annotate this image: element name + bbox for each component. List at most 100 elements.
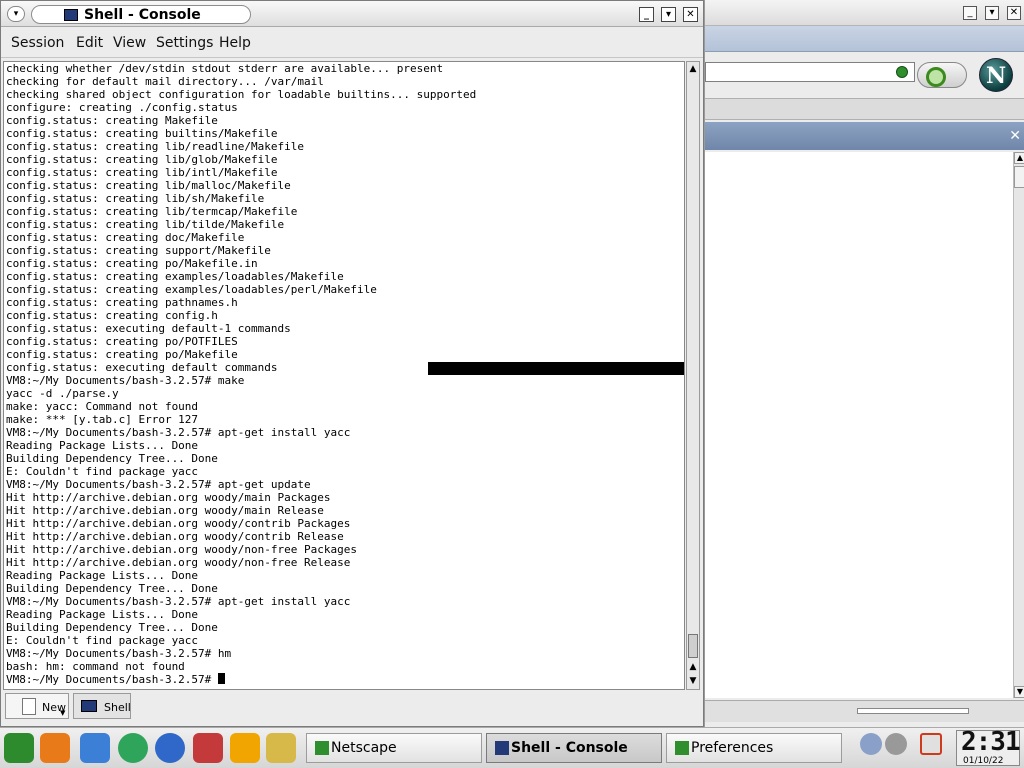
chevron-down-icon[interactable]: ▼ [60, 709, 65, 717]
menu-session[interactable]: Session [11, 35, 64, 51]
terminal-line: Hit http://archive.debian.org woody/cont… [6, 530, 344, 543]
terminal-line: config.status: creating builtins/Makefil… [6, 127, 278, 140]
menu-settings[interactable]: Settings [156, 35, 213, 51]
volume-icon[interactable] [860, 733, 882, 755]
terminal-line: config.status: creating lib/malloc/Makef… [6, 179, 291, 192]
search-button[interactable] [917, 62, 967, 88]
render-artifact [428, 362, 684, 375]
terminal-line: make: yacc: Command not found [6, 400, 199, 413]
title-pill: Shell - Console [31, 5, 251, 24]
personal-toolbar [705, 98, 1024, 120]
menubar: Session Edit View Settings Help [1, 28, 703, 58]
terminal-icon [495, 741, 509, 755]
session-tabbar: New ▼ Shell [1, 691, 703, 721]
netscape-logo[interactable]: N [979, 58, 1013, 92]
terminal-line: Hit http://archive.debian.org woody/non-… [6, 543, 357, 556]
terminal-line: config.status: creating lib/glob/Makefil… [6, 153, 278, 166]
close-icon[interactable]: ✕ [683, 7, 698, 22]
terminal-line: config.status: executing default-1 comma… [6, 322, 291, 335]
netscape-toolbar [705, 26, 1024, 52]
terminal-line: make: *** [y.tab.c] Error 127 [6, 413, 199, 426]
kde-menu-icon[interactable] [4, 733, 34, 763]
terminal-line: checking shared object configuration for… [6, 88, 477, 101]
runner-icon[interactable] [118, 733, 148, 763]
terminal-line: E: Couldn't find package yacc [6, 634, 199, 647]
scroll-up-small-icon[interactable]: ▲ [687, 660, 699, 674]
terminal-line: Building Dependency Tree... Done [6, 621, 218, 634]
scroll-up-icon[interactable]: ▲ [687, 62, 699, 76]
clock-time: 2:31 [961, 727, 1021, 757]
task-netscape-label: Netscape [331, 740, 397, 756]
window-menu-icon[interactable]: ▾ [7, 6, 25, 22]
task-netscape[interactable]: Netscape [306, 733, 482, 763]
preferences-icon [675, 741, 689, 755]
task-preferences[interactable]: Preferences [666, 733, 842, 763]
maximize-icon[interactable]: ▾ [985, 6, 999, 20]
lifejacket-icon[interactable] [40, 733, 70, 763]
terminal-line: checking for default mail directory... /… [6, 75, 324, 88]
terminal-line: VM8:~/My Documents/bash-3.2.57# hm [6, 647, 232, 660]
minimize-icon[interactable]: _ [639, 7, 654, 22]
scroll-down-icon[interactable]: ▼ [687, 674, 699, 688]
maximize-icon[interactable]: ▾ [661, 7, 676, 22]
terminal-line: yacc -d ./parse.y [6, 387, 119, 400]
task-shell-console[interactable]: Shell - Console [486, 733, 662, 763]
netscape-scrollbar[interactable]: ▲ ▼ [1013, 152, 1024, 698]
menu-help[interactable]: Help [219, 35, 251, 51]
scroll-thumb[interactable] [688, 634, 698, 658]
toolbox-icon[interactable] [193, 733, 223, 763]
prompt-line[interactable]: VM8:~/My Documents/bash-3.2.57# [4, 673, 684, 686]
scroll-down-icon[interactable]: ▼ [1014, 686, 1024, 698]
terminal-icon [64, 9, 78, 21]
mixer-icon[interactable] [885, 733, 907, 755]
menu-view[interactable]: View [113, 35, 146, 51]
task-shell-console-label: Shell - Console [511, 740, 628, 756]
terminal-icon [81, 700, 97, 712]
minimize-icon[interactable]: _ [963, 6, 977, 20]
brush-icon[interactable] [266, 733, 296, 763]
task-preferences-label: Preferences [691, 740, 774, 756]
url-row [705, 54, 1024, 94]
clock[interactable]: 2:31 01/10/22 [956, 727, 1021, 766]
terminal-line: config.status: creating doc/Makefile [6, 231, 245, 244]
netscape-window: _ ▾ ✕ N ✕ ▲ ▼ [704, 0, 1024, 727]
tab-shell[interactable]: Shell [73, 693, 131, 719]
url-dropdown-icon[interactable] [896, 66, 908, 78]
terminal-line: config.status: creating lib/termcap/Make… [6, 205, 298, 218]
scroll-thumb[interactable] [1014, 166, 1024, 188]
terminal-line: VM8:~/My Documents/bash-3.2.57# make [6, 374, 245, 387]
netscape-titlebar[interactable]: _ ▾ ✕ [705, 0, 1024, 26]
sidebar-close-icon[interactable]: ✕ [1009, 128, 1021, 144]
terminal-line: config.status: creating lib/readline/Mak… [6, 140, 305, 153]
terminal-line: VM8:~/My Documents/bash-3.2.57# apt-get … [6, 478, 311, 491]
terminal-line: Reading Package Lists... Done [6, 439, 199, 452]
terminal-line: config.status: creating config.h [6, 309, 218, 322]
terminal-line: config.status: creating Makefile [6, 114, 218, 127]
tab-shell-label: Shell [104, 701, 131, 714]
power-icon[interactable] [920, 733, 942, 755]
cube-icon[interactable] [80, 733, 110, 763]
terminal-line: configure: creating ./config.status [6, 101, 238, 114]
terminal-line: VM8:~/My Documents/bash-3.2.57# apt-get … [6, 595, 351, 608]
scroll-up-icon[interactable]: ▲ [1014, 152, 1024, 164]
terminal-line: Building Dependency Tree... Done [6, 582, 218, 595]
console-titlebar[interactable]: ▾ Shell - Console _ ▾ ✕ [1, 1, 703, 27]
menu-edit[interactable]: Edit [76, 35, 103, 51]
close-icon[interactable]: ✕ [1007, 6, 1021, 20]
terminal-line: config.status: creating po/Makefile [6, 348, 238, 361]
java-icon[interactable] [230, 733, 260, 763]
terminal-line: Reading Package Lists... Done [6, 608, 199, 621]
terminal-line: config.status: creating lib/tilde/Makefi… [6, 218, 285, 231]
terminal-line: Reading Package Lists... Done [6, 569, 199, 582]
new-session-button[interactable]: New ▼ [5, 693, 69, 719]
terminal-line: bash: hm: command not found [6, 660, 185, 673]
terminal-line: checking whether /dev/stdin stdout stder… [6, 62, 444, 75]
terminal-line: VM8:~/My Documents/bash-3.2.57# apt-get … [6, 426, 351, 439]
globe-icon[interactable] [155, 733, 185, 763]
terminal-output[interactable]: checking whether /dev/stdin stdout stder… [3, 61, 685, 690]
netscape-statusbar [705, 700, 1024, 722]
terminal-scrollbar[interactable]: ▲ ▲ ▼ [686, 61, 700, 690]
terminal-line: config.status: creating support/Makefile [6, 244, 271, 257]
terminal-line: config.status: creating po/POTFILES [6, 335, 238, 348]
url-input[interactable] [705, 62, 915, 82]
